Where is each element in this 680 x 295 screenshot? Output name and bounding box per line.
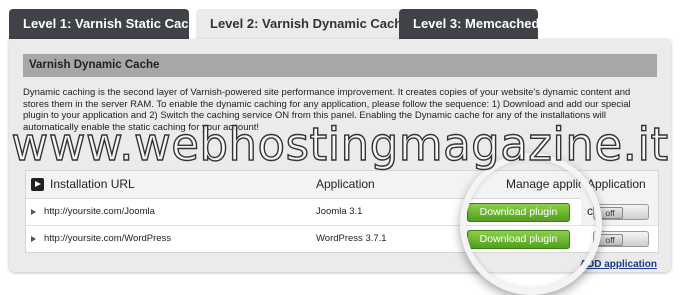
table-header: Installation URL Application Manage appl…	[26, 171, 658, 225]
expand-row-icon[interactable]	[31, 209, 36, 215]
toggle-state: off	[597, 234, 623, 246]
header-application: Application	[316, 177, 375, 191]
installations-table: Installation URL Application Manage appl…	[25, 170, 659, 253]
tab-varnish-static[interactable]: Level 1: Varnish Static Cache	[9, 9, 204, 39]
add-application-link[interactable]: ADD application	[580, 259, 657, 270]
download-plugin-button[interactable]: Download plugin	[467, 203, 570, 222]
download-plugin-button[interactable]: Download plugin	[467, 230, 570, 249]
expand-row-icon[interactable]	[31, 236, 36, 242]
tab-varnish-dynamic[interactable]: Level 2: Varnish Dynamic Cache	[196, 9, 409, 41]
cache-toggle[interactable]: off	[593, 204, 649, 220]
section-description: Dynamic caching is the second layer of V…	[23, 87, 631, 133]
header-installation-url: Installation URL	[50, 177, 135, 191]
cache-level-tabs: Level 1: Varnish Static Cache Level 2: V…	[9, 9, 671, 41]
installation-url: http://yoursite.com/WordPress	[44, 233, 172, 244]
tab-memcached[interactable]: Level 3: Memcached	[399, 9, 539, 39]
table-row: http://yoursite.com/Joomla Joomla 3.1 Do…	[26, 199, 658, 226]
installation-url: http://yoursite.com/Joomla	[44, 206, 155, 217]
table-row: http://yoursite.com/WordPress WordPress …	[26, 226, 658, 252]
toggle-state: off	[597, 207, 623, 219]
panel-content: Varnish Dynamic Cache Dynamic caching is…	[23, 54, 659, 270]
cache-toggle[interactable]: off	[593, 231, 649, 247]
application-name: WordPress 3.7.1	[316, 233, 387, 244]
section-title: Varnish Dynamic Cache	[23, 54, 657, 77]
cache-panel: Varnish Dynamic Cache Dynamic caching is…	[9, 39, 671, 272]
application-name: Joomla 3.1	[316, 206, 363, 217]
expand-all-icon[interactable]	[31, 178, 44, 191]
